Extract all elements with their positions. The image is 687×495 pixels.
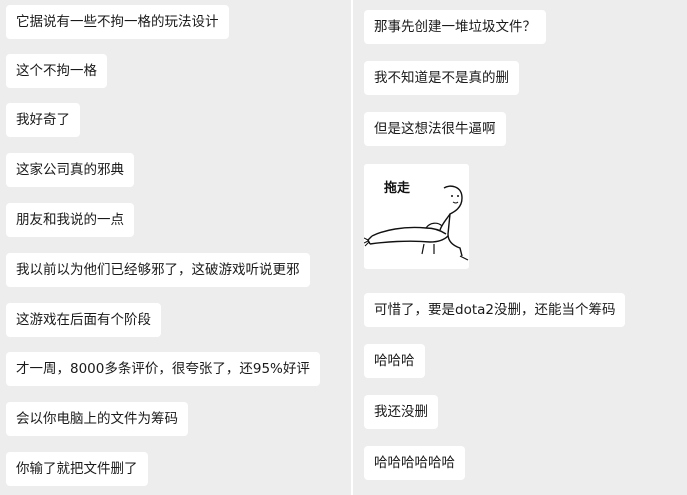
message-bubble[interactable]: 这个不拘一格 <box>6 54 107 88</box>
message-bubble[interactable]: 我还没删 <box>364 395 438 429</box>
message-bubble[interactable]: 但是这想法很牛逼啊 <box>364 112 506 146</box>
message-bubble[interactable]: 可惜了，要是dota2没删，还能当个筹码 <box>364 293 626 327</box>
message-bubble[interactable]: 会以你电脑上的文件为筹码 <box>6 402 188 436</box>
message-bubble[interactable]: 才一周，8000多条评价，很夸张了，还95%好评 <box>6 352 320 386</box>
message-bubble[interactable]: 朋友和我说的一点 <box>6 203 134 237</box>
message-bubble[interactable]: 你输了就把文件删了 <box>6 452 148 486</box>
drag-away-sticker-icon: 拖走 <box>364 164 469 269</box>
message-bubble[interactable]: 它据说有一些不拘一格的玩法设计 <box>6 5 229 39</box>
column-divider <box>351 0 353 495</box>
message-bubble[interactable]: 我以前以为他们已经够邪了，这破游戏听说更邪 <box>6 253 310 287</box>
sticker-caption: 拖走 <box>384 180 411 196</box>
message-bubble[interactable]: 我好奇了 <box>6 103 80 137</box>
message-bubble[interactable]: 哈哈哈 <box>364 344 425 378</box>
message-bubble[interactable]: 这游戏在后面有个阶段 <box>6 303 161 337</box>
message-bubble[interactable]: 那事先创建一堆垃圾文件？ <box>364 10 546 44</box>
message-bubble[interactable]: 我不知道是不是真的删 <box>364 61 519 95</box>
message-bubble[interactable]: 这家公司真的邪典 <box>6 153 134 187</box>
sticker-image[interactable]: 拖走 <box>364 164 469 269</box>
message-bubble[interactable]: 哈哈哈哈哈哈 <box>364 446 465 480</box>
